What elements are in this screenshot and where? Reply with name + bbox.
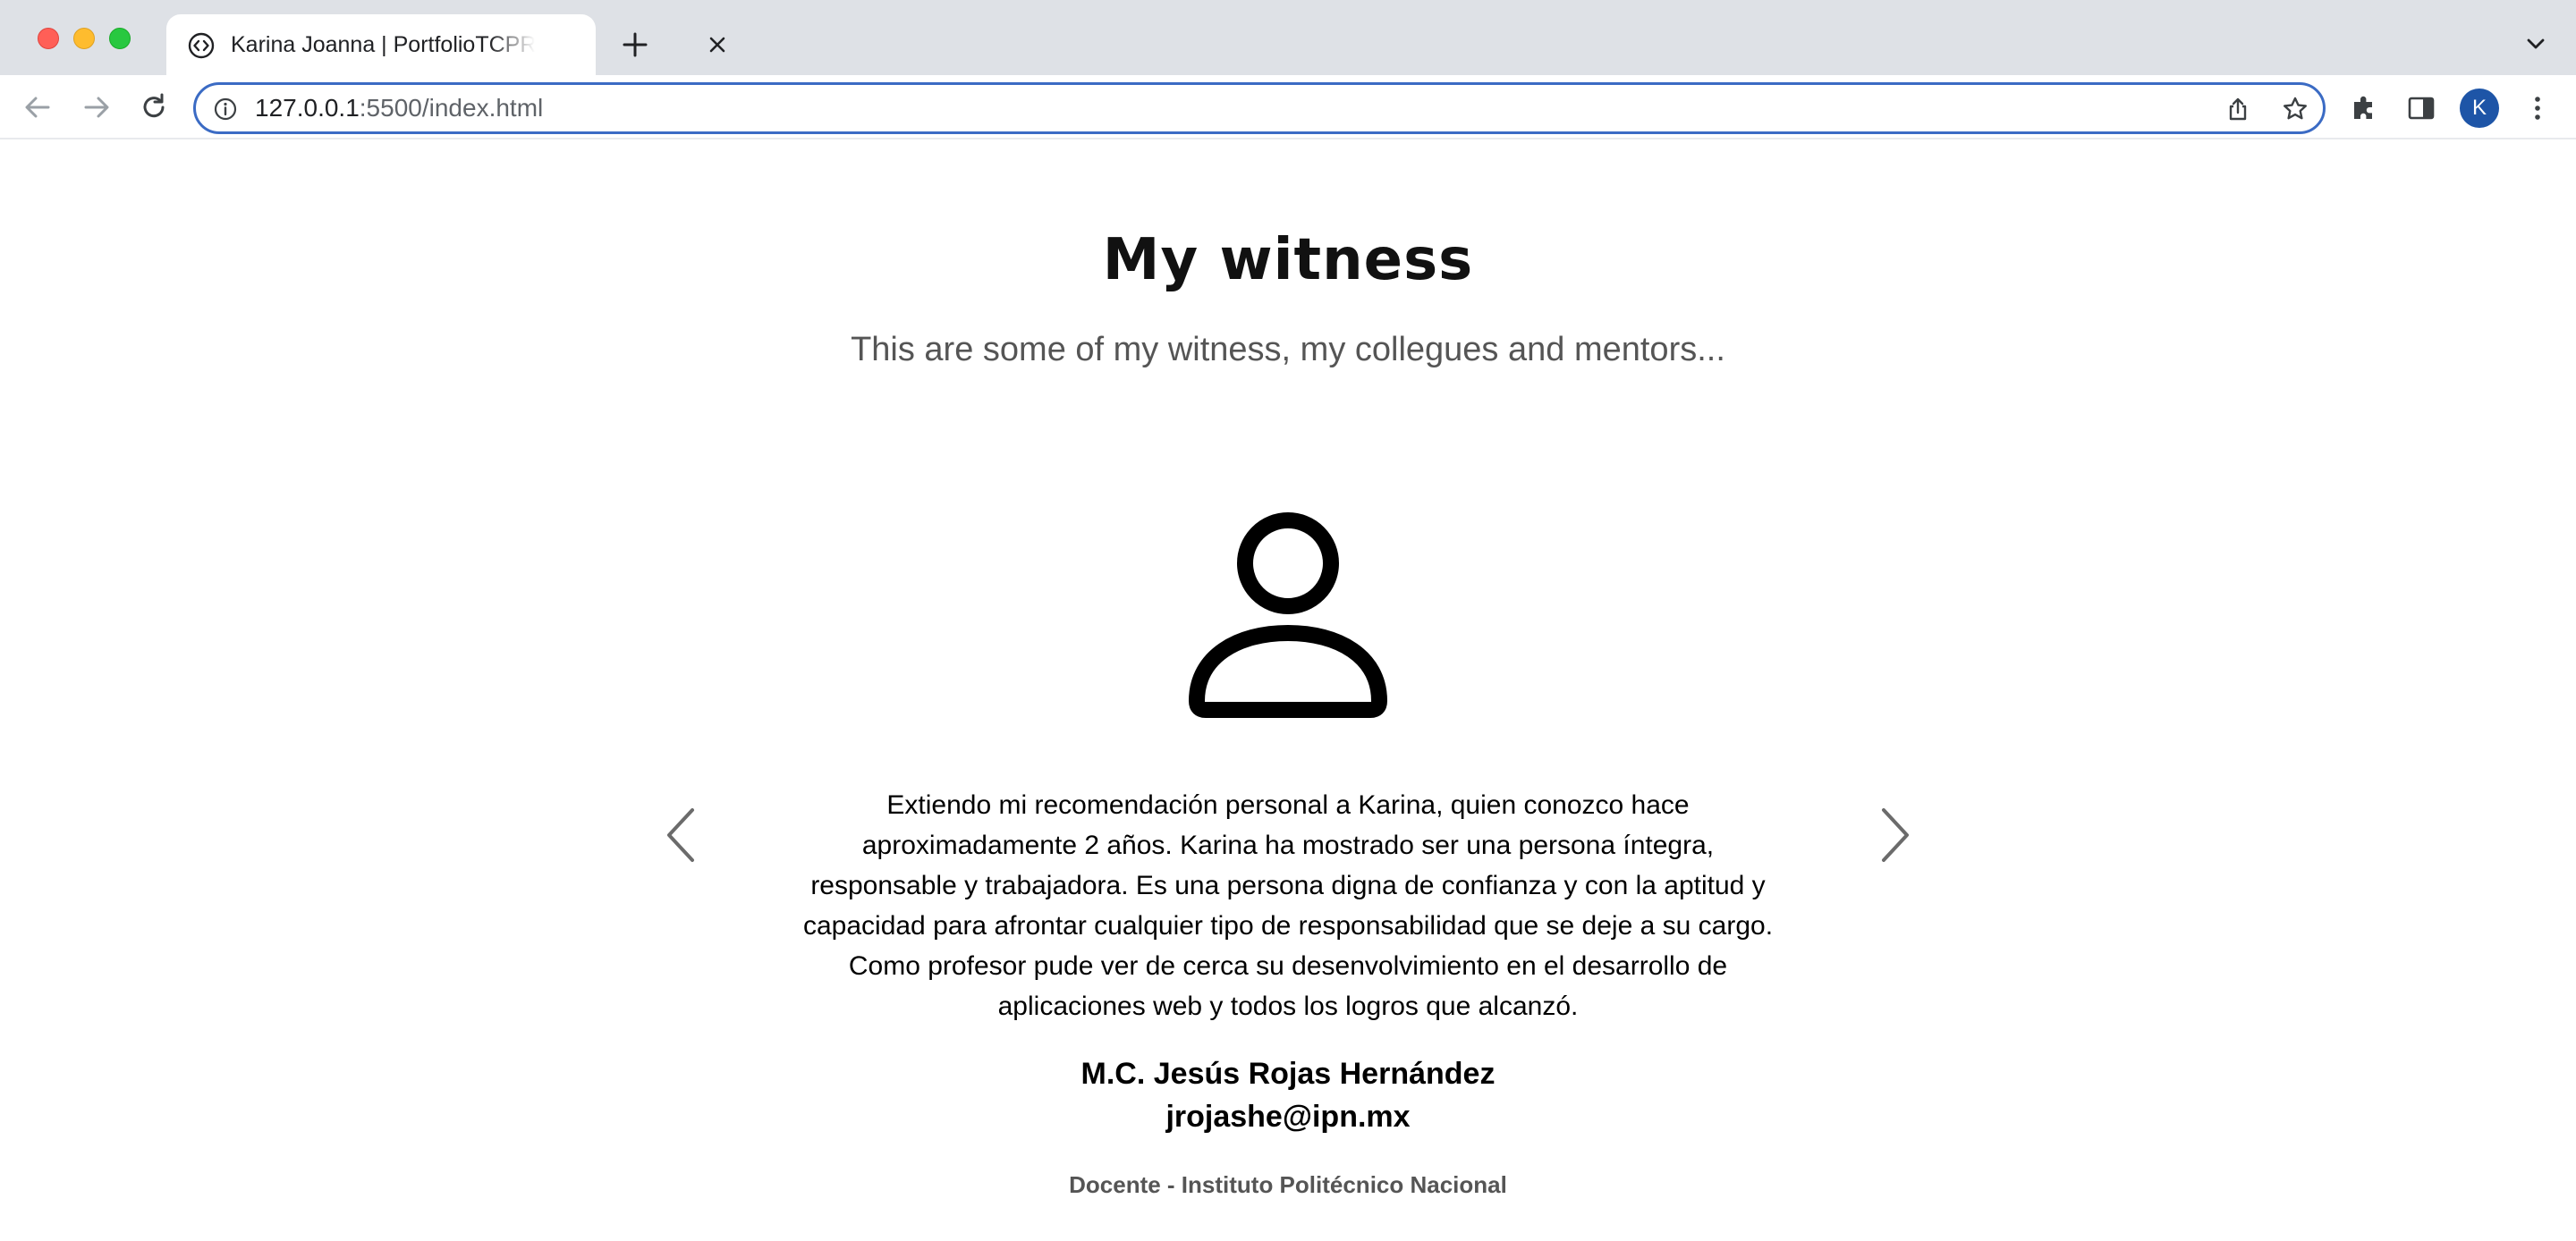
- window-minimize-button[interactable]: [73, 28, 95, 49]
- bookmark-star-icon[interactable]: [2282, 96, 2309, 122]
- live-server-favicon-icon: [188, 32, 215, 59]
- tab-close-icon[interactable]: [705, 32, 730, 57]
- browser-tabstrip: Karina Joanna | PortfolioTCPRO: [0, 0, 2576, 75]
- tab-title: Karina Joanna | PortfolioTCPRO: [231, 32, 535, 57]
- address-bar[interactable]: 127.0.0.1:5500/index.html: [193, 82, 2326, 134]
- testimonial-author-role: Docente - Instituto Politécnico Nacional: [1069, 1171, 1507, 1198]
- window-zoom-button[interactable]: [109, 28, 131, 49]
- profile-avatar[interactable]: K: [2460, 89, 2499, 128]
- testimonial-author-name: M.C. Jesús Rojas Hernández: [1080, 1057, 1496, 1091]
- testimonial-quote: Extiendo mi recomendación personal a Kar…: [802, 790, 1774, 1021]
- kebab-menu-icon[interactable]: [2524, 93, 2551, 123]
- testimonials-section: My witness This are some of my witness, …: [0, 141, 2576, 1241]
- address-url[interactable]: 127.0.0.1:5500/index.html: [255, 85, 543, 131]
- side-panel-icon[interactable]: [2406, 93, 2436, 123]
- tab-search-chevron-down-icon[interactable]: [2522, 30, 2549, 57]
- forward-arrow-icon[interactable]: [80, 91, 113, 123]
- url-path: :5500/index.html: [359, 94, 544, 122]
- carousel-prev-chevron-left-icon[interactable]: [660, 803, 699, 867]
- share-icon[interactable]: [2224, 96, 2251, 122]
- new-tab-icon[interactable]: [617, 27, 653, 63]
- window-close-button[interactable]: [38, 28, 59, 49]
- reload-icon[interactable]: [138, 91, 170, 123]
- browser-toolbar: 127.0.0.1:5500/index.html K: [0, 75, 2576, 139]
- carousel-next-chevron-right-icon[interactable]: [1877, 803, 1916, 867]
- browser-tab-active[interactable]: Karina Joanna | PortfolioTCPRO: [166, 14, 725, 75]
- section-title: My witness: [1102, 227, 1474, 293]
- person-outline-icon: [1186, 511, 1390, 719]
- url-host: 127.0.0.1: [255, 94, 360, 122]
- extensions-puzzle-icon[interactable]: [2349, 93, 2379, 123]
- back-arrow-icon[interactable]: [21, 91, 54, 123]
- section-subtitle: This are some of my witness, my collegue…: [851, 331, 1725, 368]
- testimonial-author-email: jrojashe@ipn.mx: [1165, 1100, 1411, 1134]
- site-info-icon[interactable]: [214, 97, 237, 121]
